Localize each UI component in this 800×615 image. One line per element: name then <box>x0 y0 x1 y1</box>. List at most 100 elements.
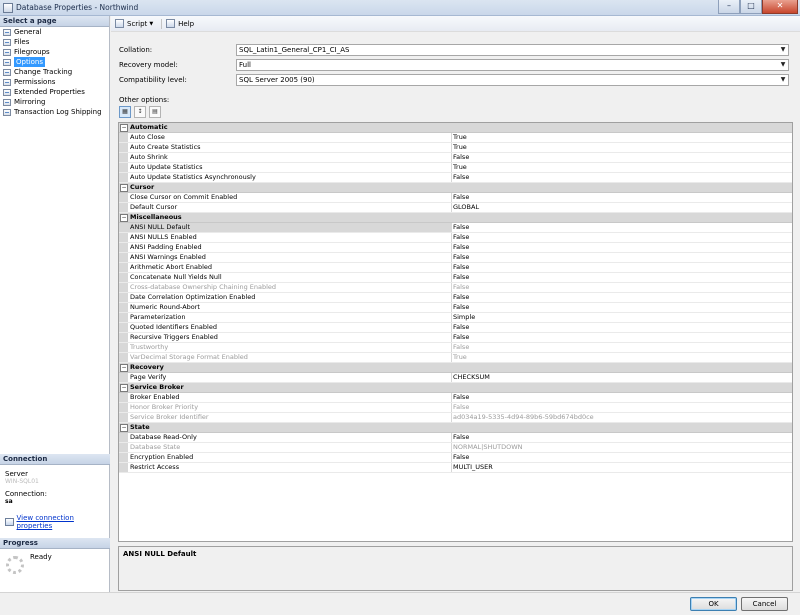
property-row[interactable]: ANSI NULL Default False <box>119 223 792 233</box>
property-value[interactable]: False <box>452 253 792 262</box>
property-row[interactable]: ANSI Warnings Enabled False <box>119 253 792 263</box>
collation-dropdown-arrow-icon[interactable]: ▼ <box>778 45 788 55</box>
collapse-icon[interactable] <box>119 363 128 372</box>
ok-button[interactable]: OK <box>690 597 737 611</box>
page-item-permissions[interactable]: Permissions <box>0 77 109 87</box>
property-row[interactable]: Trustworthy False <box>119 343 792 353</box>
collapse-icon[interactable] <box>119 183 128 192</box>
property-row[interactable]: Auto Create Statistics True <box>119 143 792 153</box>
property-value[interactable]: False <box>452 153 792 162</box>
script-button[interactable]: Script ▼ <box>115 19 153 28</box>
property-pages-icon[interactable]: ▤ <box>149 106 161 118</box>
property-row[interactable]: Auto Close True <box>119 133 792 143</box>
recovery-model-dropdown-arrow-icon[interactable]: ▼ <box>778 60 788 70</box>
property-value[interactable]: False <box>452 193 792 202</box>
property-value[interactable]: False <box>452 273 792 282</box>
alphabetical-sort-icon[interactable]: ↕ <box>134 106 146 118</box>
script-dropdown-icon[interactable]: ▼ <box>149 21 153 27</box>
compatibility-level-row: Compatibility level: SQL Server 2005 (90… <box>119 74 789 86</box>
compatibility-level-dropdown[interactable]: SQL Server 2005 (90) ▼ <box>236 74 789 86</box>
property-row[interactable]: Numeric Round-Abort False <box>119 303 792 313</box>
property-grid[interactable]: AutomaticAuto CloseTrueAuto Create Stati… <box>118 122 793 542</box>
property-value: False <box>453 343 470 351</box>
property-name: Encryption Enabled <box>128 453 452 462</box>
property-value[interactable]: False <box>452 453 792 462</box>
property-value[interactable]: False <box>452 173 792 182</box>
row-gutter <box>119 133 128 142</box>
page-item-filegroups[interactable]: Filegroups <box>0 47 109 57</box>
property-row[interactable]: Auto Shrink False <box>119 153 792 163</box>
category-row-state[interactable]: State <box>119 423 792 433</box>
other-options-label: Other options: <box>119 96 170 104</box>
property-row[interactable]: Concatenate Null Yields Null False <box>119 273 792 283</box>
help-button[interactable]: Help <box>166 19 194 28</box>
category-row-automatic[interactable]: Automatic <box>119 123 792 133</box>
view-connection-properties-link[interactable]: View connection properties <box>5 514 105 530</box>
recovery-model-dropdown[interactable]: Full ▼ <box>236 59 789 71</box>
property-value[interactable]: False <box>452 243 792 252</box>
property-row[interactable]: Restrict Access MULTI_USER <box>119 463 792 473</box>
property-value[interactable]: False <box>452 333 792 342</box>
property-row[interactable]: Arithmetic Abort Enabled False <box>119 263 792 273</box>
page-item-mirroring[interactable]: Mirroring <box>0 97 109 107</box>
page-item-extended-properties[interactable]: Extended Properties <box>0 87 109 97</box>
page-item-options[interactable]: Options <box>0 57 109 67</box>
maximize-button[interactable]: □ <box>740 0 762 14</box>
property-row[interactable]: Recursive Triggers Enabled False <box>119 333 792 343</box>
property-value[interactable]: True <box>452 133 792 142</box>
property-row[interactable]: Parameterization Simple <box>119 313 792 323</box>
collation-dropdown[interactable]: SQL_Latin1_General_CP1_CI_AS ▼ <box>236 44 789 56</box>
property-value[interactable]: False <box>452 223 792 232</box>
compatibility-level-dropdown-arrow-icon[interactable]: ▼ <box>778 75 788 85</box>
property-value[interactable]: True <box>452 163 792 172</box>
property-value[interactable]: False <box>452 293 792 302</box>
category-row-recovery[interactable]: Recovery <box>119 363 792 373</box>
property-row[interactable]: Date Correlation Optimization Enabled Fal… <box>119 293 792 303</box>
property-value[interactable]: False <box>452 393 792 402</box>
property-row[interactable]: ANSI NULLS Enabled False <box>119 233 792 243</box>
page-item-transaction-log-shipping[interactable]: Transaction Log Shipping <box>0 107 109 117</box>
property-row[interactable]: Close Cursor on Commit Enabled False <box>119 193 792 203</box>
property-row[interactable]: Page Verify CHECKSUM <box>119 373 792 383</box>
property-value[interactable]: True <box>452 143 792 152</box>
collapse-icon[interactable] <box>119 123 128 132</box>
property-row[interactable]: Broker Enabled False <box>119 393 792 403</box>
row-gutter <box>119 323 128 332</box>
property-value[interactable]: False <box>452 303 792 312</box>
cancel-button[interactable]: Cancel <box>741 597 788 611</box>
minimize-button[interactable]: – <box>718 0 740 14</box>
collapse-icon[interactable] <box>119 213 128 222</box>
script-label: Script <box>127 19 148 28</box>
collapse-icon[interactable] <box>119 383 128 392</box>
property-value[interactable]: False <box>452 433 792 442</box>
property-row[interactable]: VarDecimal Storage Format Enabled True <box>119 353 792 363</box>
property-row[interactable]: Honor Broker Priority False <box>119 403 792 413</box>
page-item-files[interactable]: Files <box>0 37 109 47</box>
property-value[interactable]: CHECKSUM <box>452 373 792 382</box>
category-row-cursor[interactable]: Cursor <box>119 183 792 193</box>
property-row[interactable]: Quoted Identifiers Enabled False <box>119 323 792 333</box>
categorized-view-icon[interactable]: ▦ <box>119 106 131 118</box>
property-row[interactable]: Database Read-Only False <box>119 433 792 443</box>
property-value[interactable]: False <box>452 233 792 242</box>
property-row[interactable]: Encryption Enabled False <box>119 453 792 463</box>
property-value[interactable]: GLOBAL <box>452 203 792 212</box>
property-row[interactable]: ANSI Padding Enabled False <box>119 243 792 253</box>
property-row[interactable]: Auto Update Statistics Asynchronously Fal… <box>119 173 792 183</box>
property-value[interactable]: False <box>452 323 792 332</box>
property-value[interactable]: MULTI_USER <box>452 463 792 472</box>
category-row-miscellaneous[interactable]: Miscellaneous <box>119 213 792 223</box>
page-item-change-tracking[interactable]: Change Tracking <box>0 67 109 77</box>
row-gutter <box>119 333 128 342</box>
property-row[interactable]: Cross-database Ownership Chaining Enable… <box>119 283 792 293</box>
category-row-service-broker[interactable]: Service Broker <box>119 383 792 393</box>
collapse-icon[interactable] <box>119 423 128 432</box>
property-value[interactable]: Simple <box>452 313 792 322</box>
property-value[interactable]: False <box>452 263 792 272</box>
property-row[interactable]: Default Cursor GLOBAL <box>119 203 792 213</box>
page-item-general[interactable]: General <box>0 27 109 37</box>
property-row[interactable]: Database State NORMAL|SHUTDOWN <box>119 443 792 453</box>
property-row[interactable]: Auto Update Statistics True <box>119 163 792 173</box>
property-row[interactable]: Service Broker Identifier ad034a19-5335-4… <box>119 413 792 423</box>
close-button[interactable]: ✕ <box>762 0 798 14</box>
